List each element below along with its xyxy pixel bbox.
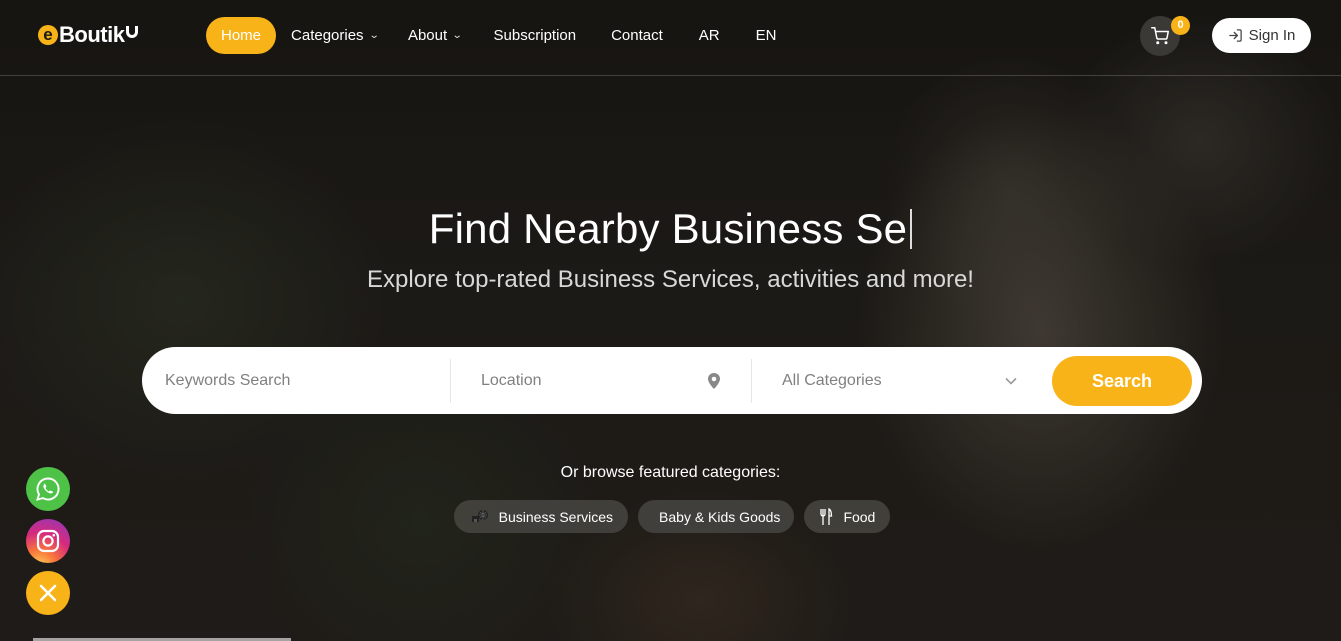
hero-subtitle: Explore top-rated Business Services, act… xyxy=(367,266,974,293)
category-select[interactable]: All Categories xyxy=(782,347,1017,414)
logo-swoosh xyxy=(126,26,139,38)
nav-item-contact[interactable]: Contact xyxy=(593,17,681,54)
instagram-button[interactable] xyxy=(26,519,70,563)
nav-item-label: Home xyxy=(221,27,262,44)
category-pill-business-services[interactable]: Business Services xyxy=(453,500,629,533)
search-button[interactable]: Search xyxy=(1052,356,1192,406)
sign-in-icon xyxy=(1228,29,1242,42)
hero-background xyxy=(0,0,1341,641)
close-icon xyxy=(39,584,57,602)
main-nav: Home Categories ⌄ About ⌄ Subscription C… xyxy=(206,17,794,54)
featured-categories: Business Services Baby & Kids Goods Food xyxy=(0,500,1341,533)
cart-icon xyxy=(1151,27,1169,45)
category-select-value: All Categories xyxy=(782,371,882,389)
business-icon xyxy=(471,509,488,522)
category-pill-label: Business Services xyxy=(498,508,614,525)
chevron-down-icon: ⌄ xyxy=(451,30,463,41)
close-social-button[interactable] xyxy=(26,571,70,615)
nav-item-label: Categories xyxy=(291,27,364,44)
instagram-icon xyxy=(36,529,60,553)
cart-count-badge: 0 xyxy=(1171,16,1190,35)
category-pill-food[interactable]: Food xyxy=(804,500,891,533)
whatsapp-icon xyxy=(36,477,60,501)
field-divider xyxy=(450,359,451,403)
nav-item-about[interactable]: About ⌄ xyxy=(393,17,477,54)
nav-item-label: Contact xyxy=(611,27,663,44)
nav-item-label: EN xyxy=(755,27,777,44)
hero-title-text: Find Nearby Business Se xyxy=(428,205,908,252)
location-field-wrap xyxy=(481,347,721,414)
typing-caret xyxy=(910,208,913,249)
sign-in-label: Sign In xyxy=(1248,27,1296,44)
category-pill-label: Baby & Kids Goods xyxy=(659,508,781,525)
chevron-down-icon xyxy=(1005,377,1017,385)
nav-item-label: AR xyxy=(698,27,720,44)
nav-item-subscription[interactable]: Subscription xyxy=(477,17,594,54)
nav-item-lang-en[interactable]: EN xyxy=(738,17,795,54)
nav-item-home[interactable]: Home xyxy=(206,17,277,54)
nav-item-lang-ar[interactable]: AR xyxy=(681,17,738,54)
site-logo[interactable]: e Boutik xyxy=(38,18,139,52)
category-pill-label: Food xyxy=(843,508,876,525)
category-pill-baby-kids-goods[interactable]: Baby & Kids Goods xyxy=(638,500,795,533)
keywords-search-input[interactable] xyxy=(165,371,445,390)
location-input[interactable] xyxy=(481,371,707,390)
map-pin-icon xyxy=(708,372,720,389)
whatsapp-button[interactable] xyxy=(26,467,70,511)
chevron-down-icon: ⌄ xyxy=(368,30,380,41)
navbar: e Boutik Home Categories ⌄ About ⌄ Subsc… xyxy=(0,0,1341,76)
nav-item-categories[interactable]: Categories ⌄ xyxy=(276,17,393,54)
logo-text: Boutik xyxy=(59,22,125,47)
keywords-field-wrap xyxy=(165,347,445,414)
search-bar: All Categories Search xyxy=(142,347,1202,414)
logo-letter: e xyxy=(38,25,58,45)
sign-in-button[interactable]: Sign In xyxy=(1212,18,1311,53)
hero-title: Find Nearby Business Se xyxy=(0,205,1341,253)
field-divider xyxy=(751,359,752,403)
nav-item-label: About xyxy=(407,27,448,44)
nav-item-label: Subscription xyxy=(493,27,577,44)
fork-knife-icon xyxy=(820,507,833,525)
featured-categories-label: Or browse featured categories: xyxy=(560,464,781,481)
